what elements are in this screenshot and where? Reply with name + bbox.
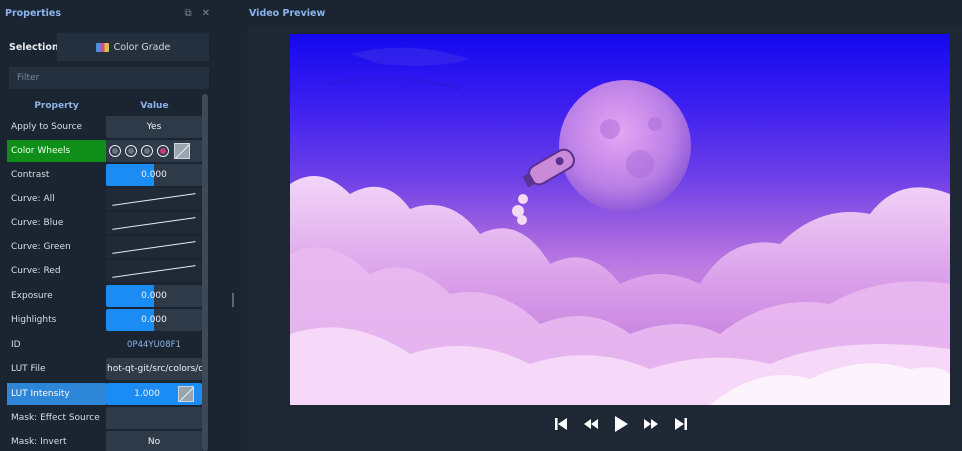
table-row[interactable]: LUT File hot-qt-git/src/colors/da <box>7 358 203 382</box>
keyframe-curve-icon[interactable] <box>174 143 190 159</box>
color-wheel-icon[interactable] <box>140 144 155 159</box>
filter-placeholder: Filter <box>17 73 40 83</box>
effect-icon <box>95 42 109 52</box>
curve-line <box>112 217 196 231</box>
property-name: Contrast <box>11 170 50 180</box>
properties-panel: Selection: Color Grade Filter Property V… <box>0 27 217 451</box>
table-row[interactable]: Apply to Source Yes <box>7 116 203 140</box>
lut-file-picker[interactable]: hot-qt-git/src/colors/da <box>106 358 202 380</box>
curve-editor[interactable] <box>106 188 202 210</box>
table-row[interactable]: Curve: Green <box>7 236 203 260</box>
curve-line <box>112 265 196 279</box>
color-wheels-value[interactable] <box>106 140 202 162</box>
column-header-value[interactable]: Value <box>106 101 203 111</box>
property-name: LUT File <box>11 364 46 374</box>
table-header: Property Value <box>7 96 203 115</box>
float-icon[interactable]: ⧉ <box>184 8 191 19</box>
selection-label: Selection: <box>9 41 63 53</box>
properties-title: Properties <box>5 8 61 19</box>
property-name: Curve: Green <box>11 242 71 252</box>
properties-header: Properties ⧉ ✕ <box>0 0 217 27</box>
panel-splitter-handle[interactable] <box>232 293 234 307</box>
property-value-slider[interactable]: 0.000 <box>106 309 202 331</box>
table-row[interactable]: Mask: Effect Source <box>7 407 203 431</box>
curve-editor[interactable] <box>106 236 202 258</box>
property-name: ID <box>11 340 21 350</box>
property-name: LUT Intensity <box>7 383 106 405</box>
property-value-slider[interactable]: 0.000 <box>106 164 202 186</box>
color-wheel-icon[interactable] <box>156 144 171 159</box>
close-icon[interactable]: ✕ <box>202 8 210 19</box>
play-icon[interactable] <box>613 415 629 433</box>
selection-dropdown[interactable]: Color Grade <box>57 33 209 61</box>
curve-line <box>112 193 196 207</box>
property-value: Yes <box>146 122 162 132</box>
rewind-icon[interactable] <box>583 415 599 433</box>
property-value-readonly: 0P44YU08F1 <box>106 334 202 356</box>
curve-editor[interactable] <box>106 212 202 234</box>
color-wheel-icon[interactable] <box>124 144 139 159</box>
property-value: No <box>147 437 161 447</box>
property-value: hot-qt-git/src/colors/da <box>107 364 202 374</box>
property-value: 0.000 <box>141 291 167 301</box>
property-name: Apply to Source <box>11 122 83 132</box>
property-value-dropdown[interactable] <box>106 407 202 429</box>
video-frame-image <box>290 47 950 405</box>
properties-table: Property Value Apply to Source Yes Color… <box>7 96 203 451</box>
property-value-slider[interactable]: 0.000 <box>106 285 202 307</box>
jump-end-icon[interactable] <box>673 415 689 433</box>
property-value-dropdown[interactable]: Yes <box>106 116 202 138</box>
keyframe-curve-icon[interactable] <box>178 386 194 402</box>
table-row[interactable]: LUT Intensity 1.000 <box>7 383 203 407</box>
property-value: 0.000 <box>141 170 167 180</box>
property-name: Mask: Invert <box>11 437 67 447</box>
table-row[interactable]: Curve: Blue <box>7 212 203 236</box>
table-row[interactable]: Color Wheels <box>7 140 203 164</box>
curve-editor[interactable] <box>106 260 202 282</box>
property-name: Highlights <box>11 315 57 325</box>
playback-controls <box>553 415 689 433</box>
property-name: Color Wheels <box>7 140 106 162</box>
curve-line <box>112 241 196 255</box>
property-name: Curve: Blue <box>11 218 64 228</box>
table-row[interactable]: Highlights 0.000 <box>7 309 203 333</box>
table-row[interactable]: ID 0P44YU08F1 <box>7 334 203 358</box>
property-value-slider[interactable]: 1.000 <box>106 383 202 405</box>
property-value-dropdown[interactable]: No <box>106 431 202 451</box>
fast-forward-icon[interactable] <box>643 415 659 433</box>
video-preview-title: Video Preview <box>249 8 326 19</box>
table-row[interactable]: Exposure 0.000 <box>7 285 203 309</box>
column-header-property[interactable]: Property <box>7 101 106 111</box>
property-name: Mask: Effect Source <box>11 413 100 423</box>
property-value: 0P44YU08F1 <box>127 340 181 350</box>
property-name: Curve: Red <box>11 266 61 276</box>
color-wheel-icon[interactable] <box>108 144 123 159</box>
table-row[interactable]: Curve: Red <box>7 260 203 284</box>
property-value: 0.000 <box>141 315 167 325</box>
table-row[interactable]: Curve: All <box>7 188 203 212</box>
table-row[interactable]: Mask: Invert No <box>7 431 203 451</box>
property-value: 1.000 <box>134 389 160 399</box>
properties-scrollbar[interactable] <box>202 94 208 451</box>
video-frame[interactable] <box>290 34 950 405</box>
selection-value: Color Grade <box>113 41 171 53</box>
property-name: Curve: All <box>11 194 55 204</box>
property-name: Exposure <box>11 291 53 301</box>
selection-row: Selection: Color Grade <box>0 33 217 61</box>
table-row[interactable]: Contrast 0.000 <box>7 164 203 188</box>
jump-start-icon[interactable] <box>553 415 569 433</box>
filter-input[interactable]: Filter <box>9 67 209 89</box>
